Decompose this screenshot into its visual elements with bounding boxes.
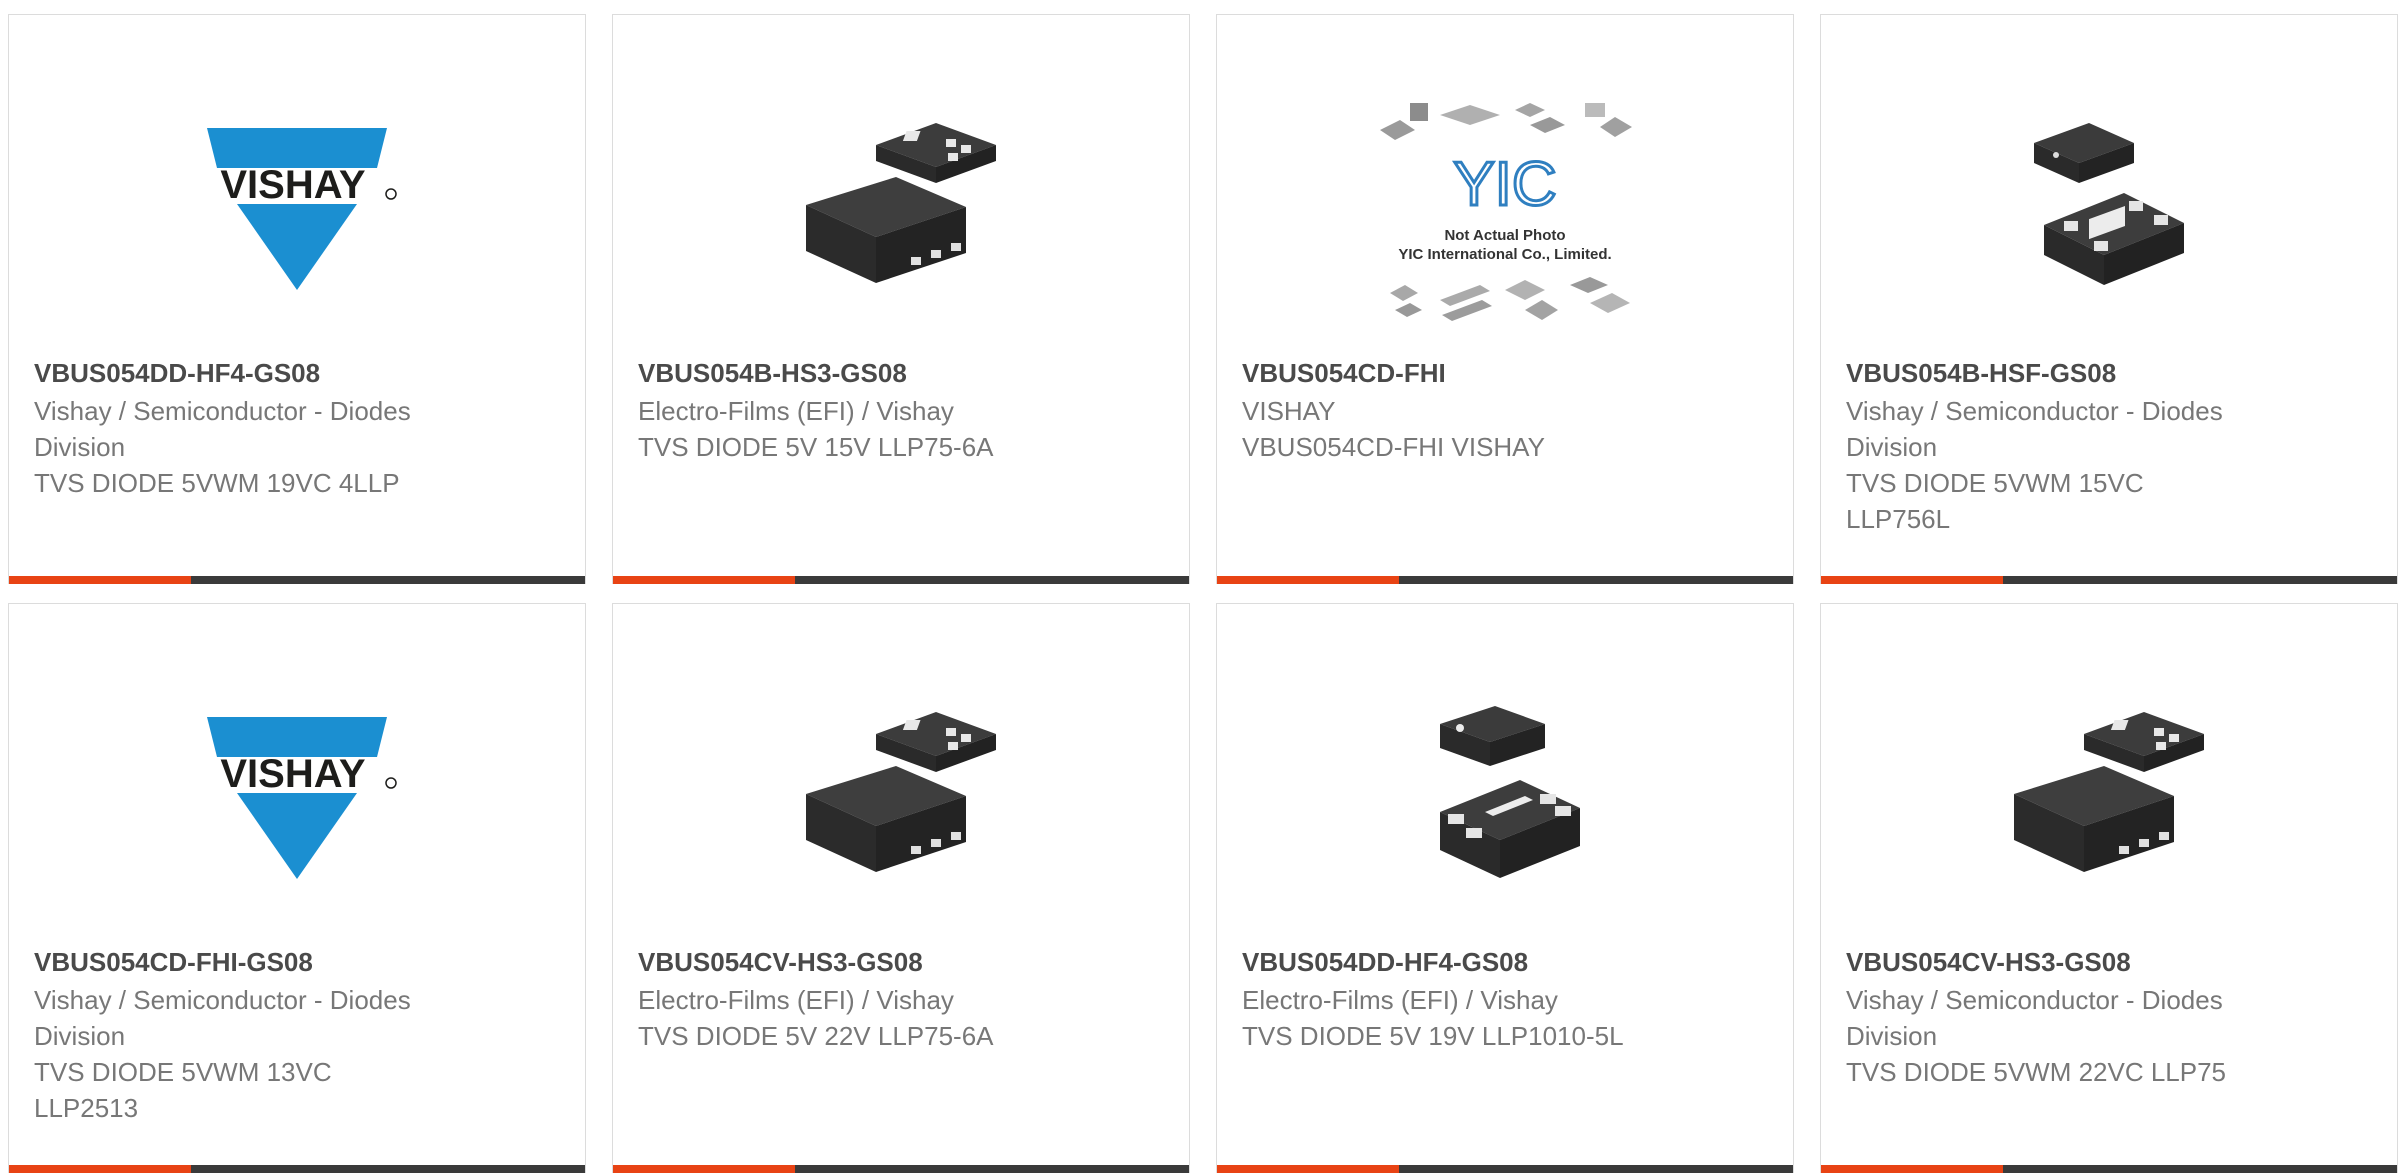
not-actual-photo-icon: YIC Not Actual Photo YIC International C…	[1380, 103, 1632, 321]
product-image[interactable]	[613, 65, 1189, 355]
card-bottom-bar	[1821, 576, 2397, 584]
product-card[interactable]: VBUS054CV-HS3-GS08 Electro-Films (EFI) /…	[612, 603, 1190, 1173]
product-info: VBUS054CV-HS3-GS08 Electro-Films (EFI) /…	[638, 944, 1108, 1054]
part-number[interactable]: VBUS054CD-FHI-GS08	[34, 944, 504, 980]
manufacturer: Electro-Films (EFI) / Vishay	[1242, 985, 1558, 1015]
part-number[interactable]: VBUS054B-HS3-GS08	[638, 355, 1108, 391]
card-bottom-bar	[9, 576, 585, 584]
chip-package-icon	[1440, 706, 1580, 878]
chip-package-icon	[806, 712, 996, 872]
description: TVS DIODE 5VWM 22VC LLP75	[1846, 1057, 2227, 1087]
manufacturer: Vishay / Semiconductor - Diodes	[34, 396, 411, 426]
manufacturer-cont: Division	[1846, 1021, 1938, 1051]
product-info: VBUS054CV-HS3-GS08 Vishay / Semiconducto…	[1846, 944, 2316, 1090]
card-bottom-bar	[613, 576, 1189, 584]
product-info: VBUS054B-HSF-GS08 Vishay / Semiconductor…	[1846, 355, 2316, 537]
manufacturer-cont: Division	[1846, 432, 1938, 462]
manufacturer: Vishay / Semiconductor - Diodes	[1846, 396, 2223, 426]
card-bottom-bar	[1217, 576, 1793, 584]
svg-text:YIC: YIC	[1453, 150, 1556, 219]
product-card[interactable]: VBUS054B-HS3-GS08 Electro-Films (EFI) / …	[612, 14, 1190, 584]
product-image[interactable]: YIC Not Actual Photo YIC International C…	[1217, 65, 1793, 355]
vishay-logo-icon: VISHAY	[187, 128, 407, 290]
product-card[interactable]: VBUS054B-HSF-GS08 Vishay / Semiconductor…	[1820, 14, 2398, 584]
description: TVS DIODE 5VWM 13VC	[34, 1057, 332, 1087]
manufacturer: Vishay / Semiconductor - Diodes	[1846, 985, 2223, 1015]
manufacturer-cont: Division	[34, 1021, 126, 1051]
manufacturer: VISHAY	[1242, 396, 1336, 426]
part-number[interactable]: VBUS054DD-HF4-GS08	[34, 355, 504, 391]
svg-text:Not Actual Photo: Not Actual Photo	[1444, 227, 1565, 244]
product-image[interactable]: VISHAY	[9, 654, 585, 944]
vishay-logo-icon: VISHAY	[187, 717, 407, 879]
card-bottom-bar	[1821, 1165, 2397, 1173]
product-card[interactable]: YIC Not Actual Photo YIC International C…	[1216, 14, 1794, 584]
card-bottom-bar	[1217, 1165, 1793, 1173]
product-card[interactable]: VBUS054CV-HS3-GS08 Vishay / Semiconducto…	[1820, 603, 2398, 1173]
manufacturer: Vishay / Semiconductor - Diodes	[34, 985, 411, 1015]
product-image[interactable]	[1821, 65, 2397, 355]
manufacturer-cont: Division	[34, 432, 126, 462]
part-number[interactable]: VBUS054CD-FHI	[1242, 355, 1712, 391]
product-grid: VISHAY VBUS054DD-HF4-GS08 Vishay / Semic…	[0, 0, 2400, 1173]
manufacturer: Electro-Films (EFI) / Vishay	[638, 985, 954, 1015]
svg-text:VISHAY: VISHAY	[220, 163, 366, 207]
part-number[interactable]: VBUS054CV-HS3-GS08	[1846, 944, 2316, 980]
manufacturer: Electro-Films (EFI) / Vishay	[638, 396, 954, 426]
part-number[interactable]: VBUS054DD-HF4-GS08	[1242, 944, 1712, 980]
description-cont: LLP2513	[34, 1093, 139, 1123]
product-image[interactable]	[1217, 654, 1793, 944]
product-card[interactable]: VBUS054DD-HF4-GS08 Electro-Films (EFI) /…	[1216, 603, 1794, 1173]
description: TVS DIODE 5V 22V LLP75-6A	[638, 1021, 994, 1051]
description: TVS DIODE 5V 15V LLP75-6A	[638, 432, 994, 462]
description: TVS DIODE 5VWM 19VC 4LLP	[34, 468, 400, 498]
part-number[interactable]: VBUS054B-HSF-GS08	[1846, 355, 2316, 391]
product-info: VBUS054DD-HF4-GS08 Vishay / Semiconducto…	[34, 355, 504, 501]
product-image[interactable]	[1821, 654, 2397, 944]
product-info: VBUS054DD-HF4-GS08 Electro-Films (EFI) /…	[1242, 944, 1712, 1054]
product-card[interactable]: VISHAY VBUS054CD-FHI-GS08 Vishay / Semic…	[8, 603, 586, 1173]
description: VBUS054CD-FHI VISHAY	[1242, 432, 1545, 462]
description: TVS DIODE 5VWM 15VC	[1846, 468, 2144, 498]
product-image[interactable]: VISHAY	[9, 65, 585, 355]
card-bottom-bar	[9, 1165, 585, 1173]
product-info: VBUS054CD-FHI VISHAY VBUS054CD-FHI VISHA…	[1242, 355, 1712, 465]
part-number[interactable]: VBUS054CV-HS3-GS08	[638, 944, 1108, 980]
chip-package-icon	[2014, 712, 2204, 872]
chip-package-icon	[2034, 123, 2184, 285]
product-card[interactable]: VISHAY VBUS054DD-HF4-GS08 Vishay / Semic…	[8, 14, 586, 584]
card-bottom-bar	[613, 1165, 1189, 1173]
product-info: VBUS054CD-FHI-GS08 Vishay / Semiconducto…	[34, 944, 504, 1126]
description: TVS DIODE 5V 19V LLP1010-5L	[1242, 1021, 1624, 1051]
product-image[interactable]	[613, 654, 1189, 944]
description-cont: LLP756L	[1846, 504, 1951, 534]
svg-text:VISHAY: VISHAY	[220, 752, 366, 796]
product-info: VBUS054B-HS3-GS08 Electro-Films (EFI) / …	[638, 355, 1108, 465]
chip-package-icon	[806, 123, 996, 283]
svg-text:YIC International Co., Limited: YIC International Co., Limited.	[1398, 246, 1611, 263]
